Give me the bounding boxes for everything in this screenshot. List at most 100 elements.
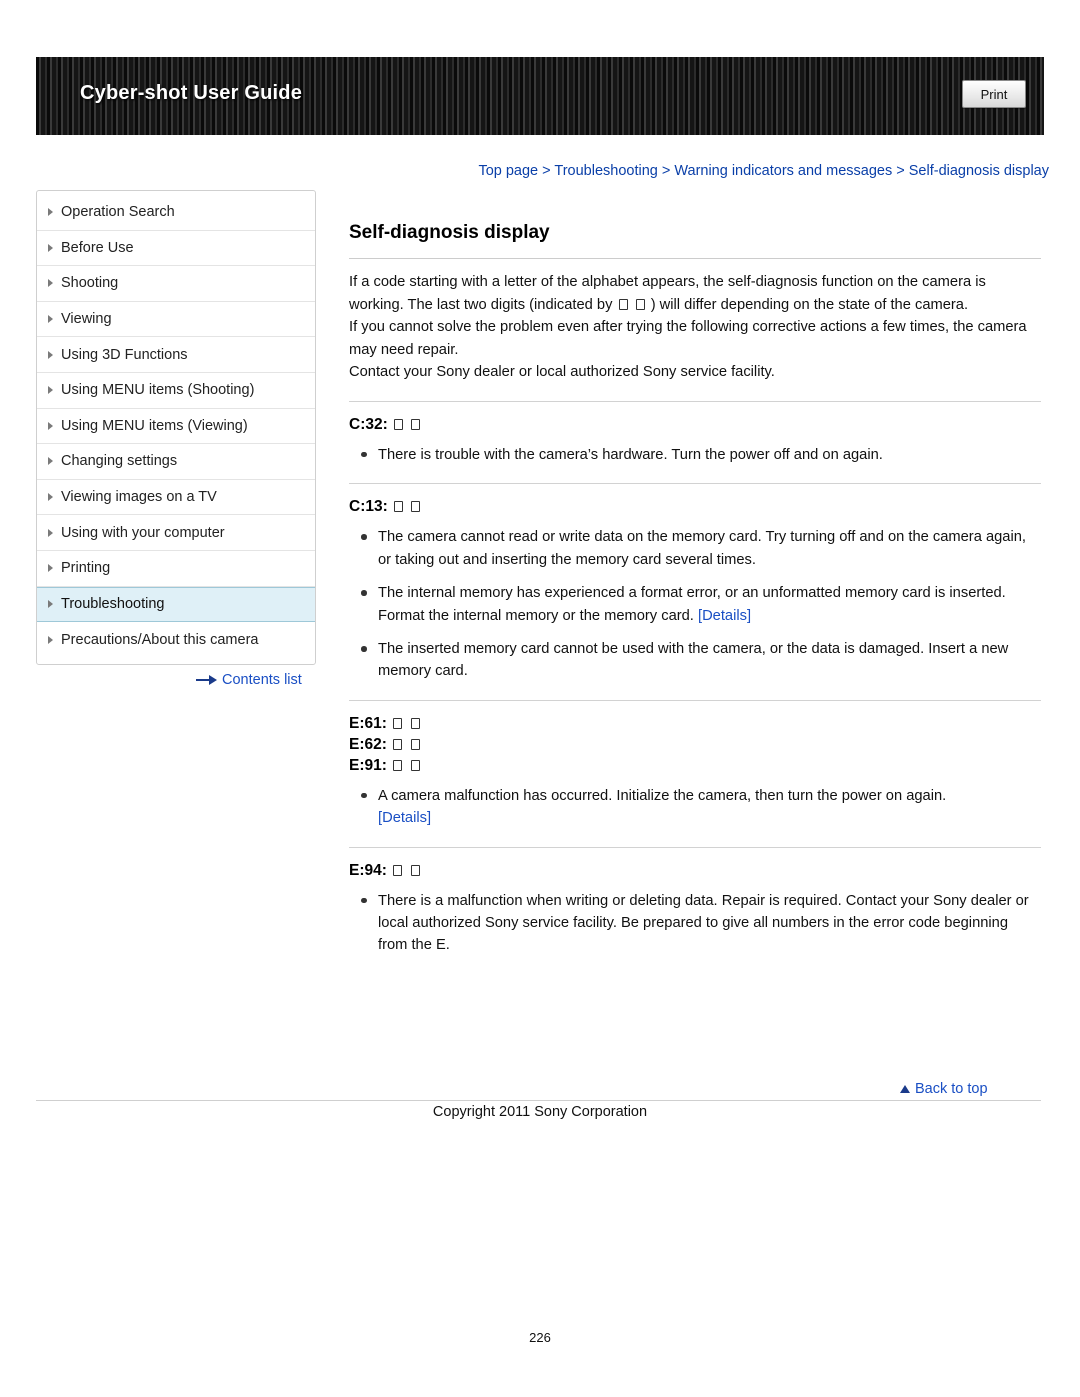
placeholder-square-icon — [410, 759, 420, 771]
details-link[interactable]: [Details] — [698, 608, 751, 624]
list-item: A camera malfunction has occurred. Initi… — [349, 785, 1041, 830]
chevron-right-icon — [48, 564, 53, 573]
sidebar-item-using-menu-items-shooting[interactable]: Using MENU items (Shooting) — [37, 373, 315, 409]
arrow-right-icon — [196, 675, 218, 685]
code-label: E:91: — [349, 756, 387, 774]
content-title: Self-diagnosis display — [349, 222, 1041, 259]
sidebar-item-before-use[interactable]: Before Use — [37, 231, 315, 267]
placeholder-square-icon — [618, 298, 628, 310]
chevron-right-icon — [48, 493, 53, 502]
sidebar-item-using-3d-functions[interactable]: Using 3D Functions — [37, 337, 315, 373]
sidebar-item-using-with-your-computer[interactable]: Using with your computer — [37, 515, 315, 551]
placeholder-square-icon — [394, 418, 404, 430]
sidebar-item-label: Using 3D Functions — [61, 346, 188, 363]
list-item-text: The inserted memory card cannot be used … — [378, 641, 1009, 680]
code-label: E:94: — [349, 861, 387, 879]
placeholder-square-icon — [410, 738, 420, 750]
page-number: 226 — [529, 1330, 551, 1345]
bullet-list-c13: The camera cannot read or write data on … — [349, 526, 1041, 682]
sidebar-item-label: Shooting — [61, 275, 119, 292]
chevron-right-icon — [48, 386, 53, 395]
print-button[interactable]: Print — [962, 80, 1026, 108]
contents-list-label: Contents list — [222, 672, 302, 688]
code-heading-e91: E:91: — [349, 757, 1041, 775]
code-label: C:32: — [349, 415, 388, 433]
divider — [349, 699, 1041, 701]
copyright-text: Copyright 2011 Sony Corporation — [432, 1104, 648, 1120]
sidebar-item-troubleshooting[interactable]: Troubleshooting — [37, 586, 315, 623]
placeholder-square-icon — [410, 864, 420, 876]
details-link[interactable]: [Details] — [378, 810, 431, 826]
code-label: C:13: — [349, 498, 388, 516]
sidebar-item-changing-settings[interactable]: Changing settings — [37, 444, 315, 480]
code-heading-e61: E:61: — [349, 715, 1041, 733]
placeholder-square-icon — [394, 501, 404, 513]
placeholder-square-icon — [393, 864, 403, 876]
chevron-right-icon — [48, 315, 53, 324]
breadcrumb[interactable]: Top page > Troubleshooting > Warning ind… — [349, 163, 1049, 179]
sidebar-item-label: Viewing — [61, 311, 112, 328]
chevron-right-icon — [48, 208, 53, 217]
list-item-text: The camera cannot read or write data on … — [378, 529, 1026, 568]
back-to-top-link[interactable]: Back to top — [900, 1081, 988, 1097]
code-label: E:62: — [349, 735, 387, 753]
sidebar-item-label: Troubleshooting — [61, 596, 165, 613]
list-item: There is a malfunction when writing or d… — [349, 890, 1041, 957]
placeholder-square-icon — [410, 717, 420, 729]
contents-list-link[interactable]: Contents list — [196, 672, 302, 688]
sidebar-item-label: Operation Search — [61, 204, 175, 221]
chevron-right-icon — [48, 600, 53, 609]
intro-paragraph-1: If a code starting with a letter of the … — [349, 271, 1041, 316]
sidebar-item-operation-search[interactable]: Operation Search — [37, 195, 315, 231]
placeholder-square-icon — [393, 738, 403, 750]
sidebar-nav: Operation Search Before Use Shooting Vie… — [36, 190, 316, 665]
placeholder-square-icon — [393, 717, 403, 729]
code-heading-c13: C:13: — [349, 498, 1041, 516]
list-item: There is trouble with the camera’s hardw… — [349, 444, 1041, 466]
chevron-right-icon — [48, 350, 53, 359]
triangle-up-icon — [900, 1085, 910, 1093]
footer-divider — [36, 1100, 1041, 1101]
breadcrumb-text: Top page > Troubleshooting > Warning ind… — [478, 163, 1049, 179]
chevron-right-icon — [48, 421, 53, 430]
chevron-right-icon — [48, 457, 53, 466]
divider — [349, 400, 1041, 402]
code-label: E:61: — [349, 714, 387, 732]
placeholder-square-icon — [411, 501, 421, 513]
sidebar-item-using-menu-items-viewing[interactable]: Using MENU items (Viewing) — [37, 409, 315, 445]
bullet-list-e61-e62-e91: A camera malfunction has occurred. Initi… — [349, 785, 1041, 830]
list-item: The inserted memory card cannot be used … — [349, 638, 1041, 683]
code-heading-e94: E:94: — [349, 862, 1041, 880]
intro-paragraph-2: If you cannot solve the problem even aft… — [349, 319, 1027, 358]
page-header-banner: Cyber-shot User Guide Print — [36, 57, 1044, 135]
sidebar-item-label: Using MENU items (Viewing) — [61, 417, 248, 434]
list-item-text: There is a malfunction when writing or d… — [378, 892, 1029, 954]
sidebar-item-printing[interactable]: Printing — [37, 551, 315, 587]
placeholder-square-icon — [393, 759, 403, 771]
sidebar-item-viewing-images-on-a-tv[interactable]: Viewing images on a TV — [37, 480, 315, 516]
chevron-right-icon — [48, 279, 53, 288]
sidebar-item-label: Printing — [61, 560, 111, 577]
bullet-list-c32: There is trouble with the camera’s hardw… — [349, 444, 1041, 466]
sidebar-item-label: Using MENU items (Shooting) — [61, 382, 255, 399]
back-to-top-label: Back to top — [915, 1081, 988, 1097]
sidebar-item-label: Viewing images on a TV — [61, 489, 217, 506]
list-item-text: The internal memory has experienced a fo… — [378, 585, 1006, 624]
sidebar-item-label: Changing settings — [61, 453, 178, 470]
list-item-text: A camera malfunction has occurred. Initi… — [378, 787, 947, 804]
divider — [349, 483, 1041, 485]
sidebar-item-viewing[interactable]: Viewing — [37, 302, 315, 338]
sidebar-item-label: Precautions/About this camera — [61, 631, 259, 648]
sidebar-item-shooting[interactable]: Shooting — [37, 266, 315, 302]
print-button-label: Print — [980, 86, 1008, 102]
sidebar-item-label: Using with your computer — [61, 524, 225, 541]
list-item: The internal memory has experienced a fo… — [349, 582, 1041, 627]
page-title-banner: Cyber-shot User Guide — [80, 82, 303, 104]
bullet-list-e94: There is a malfunction when writing or d… — [349, 890, 1041, 957]
intro-text-b: ) will differ depending on the state of … — [650, 296, 969, 313]
sidebar-item-label: Before Use — [61, 239, 134, 256]
list-item-text: There is trouble with the camera’s hardw… — [378, 446, 883, 463]
divider — [349, 846, 1041, 848]
sidebar-item-precautions-about-this-camera[interactable]: Precautions/About this camera — [37, 622, 315, 658]
list-item: The camera cannot read or write data on … — [349, 526, 1041, 571]
